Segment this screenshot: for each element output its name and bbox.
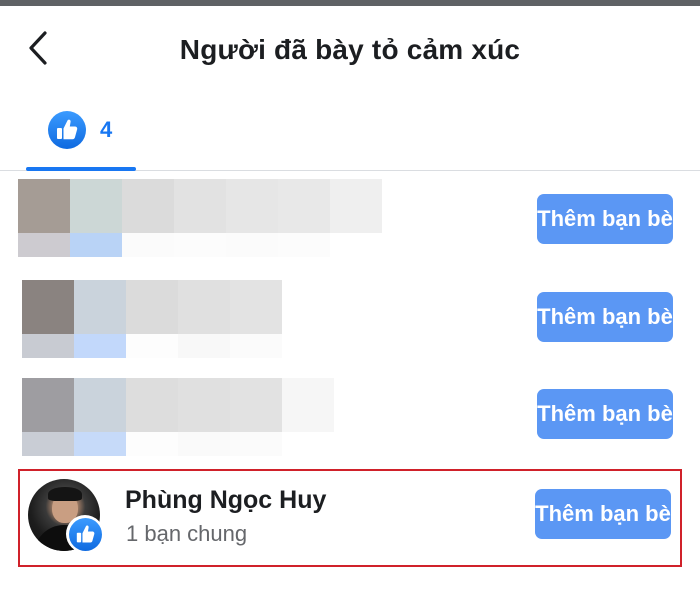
header: Người đã bày tỏ cảm xúc (0, 6, 700, 90)
person-name[interactable]: Phùng Ngọc Huy (125, 486, 326, 515)
add-friend-button[interactable]: Thêm bạn bè (537, 389, 673, 439)
reactions-screen: Người đã bày tỏ cảm xúc 4 Thêm bạn bè Th… (0, 0, 700, 590)
mutual-friends-count: 1 bạn chung (126, 521, 248, 546)
obscured-profile-mosaic (22, 378, 386, 456)
add-friend-button[interactable]: Thêm bạn bè (537, 292, 673, 342)
list-item[interactable]: Thêm bạn bè (0, 176, 700, 272)
obscured-profile-mosaic (22, 280, 386, 358)
list-item[interactable]: Thêm bạn bè (0, 372, 700, 468)
list-item[interactable]: Thêm bạn bè (0, 274, 700, 370)
active-tab-indicator (26, 167, 136, 171)
like-icon (48, 111, 86, 149)
reaction-tabs: 4 (0, 90, 700, 171)
obscured-profile-mosaic (18, 179, 382, 257)
page-title: Người đã bày tỏ cảm xúc (179, 34, 521, 65)
add-friend-button[interactable]: Thêm bạn bè (537, 194, 673, 244)
reaction-badge (66, 515, 104, 553)
like-icon (68, 517, 102, 551)
add-friend-button[interactable]: Thêm bạn bè (535, 489, 671, 539)
tab-like[interactable]: 4 (26, 90, 136, 170)
list-item-highlighted[interactable]: Phùng Ngọc Huy 1 bạn chung Thêm bạn bè (18, 469, 682, 567)
like-count: 4 (100, 117, 113, 142)
